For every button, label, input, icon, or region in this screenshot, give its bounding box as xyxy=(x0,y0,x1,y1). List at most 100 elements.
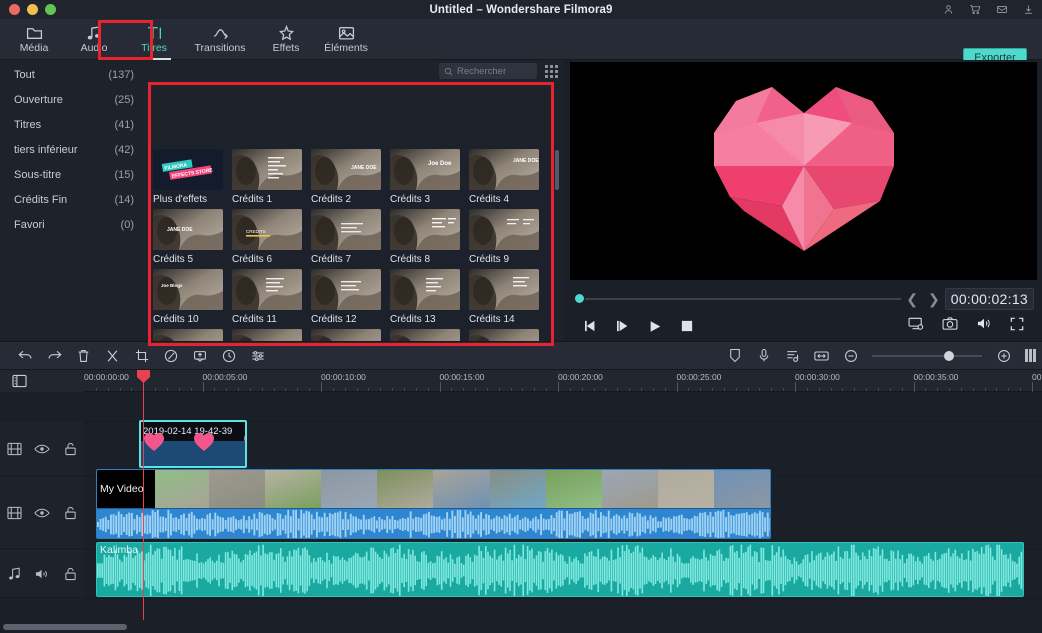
step-forward-button[interactable] xyxy=(607,320,639,332)
fit-width-icon[interactable] xyxy=(808,341,835,370)
zoom-slider-handle[interactable] xyxy=(944,350,954,361)
category-label: Ouverture xyxy=(14,93,63,106)
timeline-clip-video[interactable]: My Video xyxy=(96,469,771,539)
category-credits-fin[interactable]: Crédits Fin (14) xyxy=(0,187,148,212)
trash-icon[interactable] xyxy=(70,341,97,370)
ruler-tick xyxy=(913,382,915,392)
ruler-tick-label: 00:00:15:00 xyxy=(439,372,485,382)
category-titres[interactable]: Titres (41) xyxy=(0,112,148,137)
cart-icon[interactable] xyxy=(969,4,981,15)
zoom-in-button[interactable] xyxy=(990,341,1017,370)
ruler-subtick xyxy=(652,388,654,391)
title-preset-item[interactable]: Crédits 13 xyxy=(390,269,469,325)
title-preset-item[interactable]: JANE DOE Crédits 5 xyxy=(153,209,232,265)
ruler-subtick xyxy=(581,388,583,391)
scissors-icon[interactable] xyxy=(99,341,126,370)
category-count: (15) xyxy=(114,168,134,181)
search-input[interactable]: Rechercher xyxy=(439,63,537,79)
title-preset-item[interactable]: Joe Blogs Crédits 10 xyxy=(153,269,232,325)
title-preset-item[interactable]: Crédits 8 xyxy=(390,209,469,265)
ruler-subtick xyxy=(901,388,903,391)
step-back-button[interactable] xyxy=(575,320,607,332)
ruler-subtick xyxy=(866,388,868,391)
fullscreen-button[interactable] xyxy=(1010,317,1024,336)
eye-icon[interactable] xyxy=(28,443,56,455)
shield-icon[interactable] xyxy=(721,341,748,370)
library-scrollbar[interactable] xyxy=(555,150,559,190)
music-note-icon xyxy=(0,567,28,581)
play-button[interactable] xyxy=(639,320,671,333)
speed-icon[interactable] xyxy=(186,341,213,370)
unlock-icon[interactable] xyxy=(56,506,84,520)
microphone-icon[interactable] xyxy=(750,341,777,370)
mark-out-button[interactable]: ❯ xyxy=(923,291,945,308)
tab-audio[interactable]: Audio xyxy=(64,19,124,60)
title-preset-item[interactable]: Crédits 1 xyxy=(232,149,311,205)
ruler-subtick xyxy=(877,388,879,391)
color-wheel-icon[interactable] xyxy=(157,341,184,370)
video-preview-stage[interactable] xyxy=(570,62,1037,280)
filmstrip-frame xyxy=(265,470,322,508)
main-tab-bar: Média Audio Titres Transitions Effets Élément… xyxy=(0,19,1042,68)
timeline-zoom-slider[interactable] xyxy=(872,350,982,361)
mail-icon[interactable] xyxy=(996,4,1008,15)
crop-icon[interactable] xyxy=(128,341,155,370)
download-icon[interactable] xyxy=(1023,4,1034,15)
effects-store-item[interactable]: FILMORA EFFECTS STORE Plus d'effets xyxy=(153,149,232,205)
unlock-icon[interactable] xyxy=(56,567,84,581)
unlock-icon[interactable] xyxy=(56,442,84,456)
title-preset-item[interactable]: CREDITS Crédits 6 xyxy=(232,209,311,265)
render-bars-icon[interactable] xyxy=(1025,349,1036,362)
undo-button[interactable] xyxy=(12,341,39,370)
title-preset-item[interactable]: Crédits 14 xyxy=(469,269,548,325)
clock-icon[interactable] xyxy=(215,341,242,370)
title-preset-item[interactable]: Crédits 12 xyxy=(311,269,390,325)
volume-button[interactable] xyxy=(976,317,992,335)
mark-in-button[interactable]: ❮ xyxy=(901,291,923,308)
category-sous-titre[interactable]: Sous-titre (15) xyxy=(0,162,148,187)
timeline-clip-title[interactable]: 2019-02-14 19-42-39 xyxy=(139,420,247,468)
tab-media[interactable]: Média xyxy=(4,19,64,60)
ruler-subtick xyxy=(747,388,749,391)
title-preset-item[interactable]: Crédits 7 xyxy=(311,209,390,265)
lane-empty-top[interactable] xyxy=(84,392,1042,422)
timeline-ruler[interactable]: 00:00:00:00 00:00:05:00 00:00:10:00 00:00:1… xyxy=(0,370,1042,392)
category-ouverture[interactable]: Ouverture (25) xyxy=(0,87,148,112)
title-preset-item[interactable]: JANE DOE Crédits 4 xyxy=(469,149,548,205)
sliders-icon[interactable] xyxy=(244,341,271,370)
timeline-playhead[interactable] xyxy=(137,370,150,620)
title-preset-item[interactable]: Crédits 9 xyxy=(469,209,548,265)
ruler-subtick xyxy=(664,388,666,391)
preview-playhead-knob[interactable] xyxy=(575,294,584,303)
timeline-clip-audio[interactable]: Kalimba xyxy=(96,542,1024,597)
ruler-header xyxy=(0,370,84,392)
add-marker-icon[interactable] xyxy=(12,374,27,393)
tab-effets[interactable]: Effets xyxy=(256,19,316,60)
add-audio-track-icon[interactable] xyxy=(779,341,806,370)
tab-elements[interactable]: Éléments xyxy=(316,19,376,60)
zoom-out-button[interactable] xyxy=(837,341,864,370)
redo-button[interactable] xyxy=(41,341,68,370)
category-tiers-inferieur[interactable]: tiers inférieur (42) xyxy=(0,137,148,162)
tab-transitions[interactable]: Transitions xyxy=(184,19,256,60)
preview-seekbar[interactable] xyxy=(575,294,902,303)
grid-view-icon[interactable] xyxy=(545,64,558,78)
ruler-subtick xyxy=(925,388,927,391)
category-favori[interactable]: Favori (0) xyxy=(0,212,148,237)
category-tout[interactable]: Tout (137) xyxy=(0,62,148,87)
speaker-icon[interactable] xyxy=(28,568,56,580)
tab-titres[interactable]: Titres xyxy=(124,19,184,60)
title-preset-item[interactable]: JANE DOE Crédits 2 xyxy=(311,149,390,205)
ruler-subtick xyxy=(759,388,761,391)
snapshot-button[interactable] xyxy=(942,317,958,335)
stop-button[interactable] xyxy=(671,320,703,332)
title-preset-item[interactable]: Crédits 11 xyxy=(232,269,311,325)
timeline-horizontal-scrollbar[interactable] xyxy=(3,624,127,630)
preview-timecode[interactable]: 00:00:02:13 xyxy=(944,288,1034,310)
ruler-subtick xyxy=(226,388,228,391)
title-preset-item[interactable]: Joe Doe Crédits 3 xyxy=(390,149,469,205)
eye-icon[interactable] xyxy=(28,507,56,519)
music-note-icon xyxy=(86,25,103,41)
project-settings-button[interactable] xyxy=(908,317,924,335)
person-icon[interactable] xyxy=(943,4,954,15)
